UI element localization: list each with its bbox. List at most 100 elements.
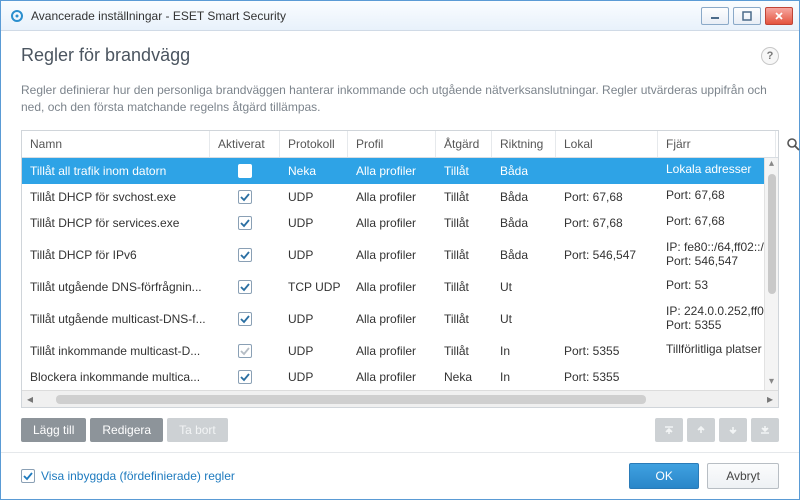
cell-local (556, 300, 658, 338)
cell-enabled[interactable] (210, 184, 280, 210)
cell-enabled[interactable] (210, 338, 280, 364)
window-controls (701, 7, 799, 25)
cell-profile: Alla profiler (348, 184, 436, 210)
cell-profile: Alla profiler (348, 364, 436, 390)
cell-remote: Port: 53 (658, 274, 776, 300)
move-up-button[interactable] (687, 418, 715, 442)
cell-name: Tillåt utgående DNS-förfrågnin... (22, 274, 210, 300)
col-local[interactable]: Lokal (556, 131, 658, 157)
table-row[interactable]: Tillåt DHCP för svchost.exe UDPAlla profi… (22, 184, 778, 210)
cell-profile: Alla profiler (348, 274, 436, 300)
cell-protocol: UDP (280, 364, 348, 390)
search-button[interactable] (776, 131, 800, 157)
cell-direction: In (492, 364, 556, 390)
cell-enabled[interactable] (210, 236, 280, 274)
ok-button[interactable]: OK (629, 463, 699, 489)
footer: Visa inbyggda (fördefinierade) regler OK… (1, 452, 799, 499)
checkbox-locked-icon (238, 344, 252, 358)
cell-enabled[interactable] (210, 274, 280, 300)
help-button[interactable]: ? (761, 47, 779, 65)
show-builtin-toggle[interactable]: Visa inbyggda (fördefinierade) regler (21, 469, 235, 483)
add-button[interactable]: Lägg till (21, 418, 86, 442)
action-bar: Lägg till Redigera Ta bort (1, 408, 799, 452)
cell-local: Port: 546,547 (556, 236, 658, 274)
checkbox-icon (238, 370, 252, 384)
cell-remote (658, 364, 776, 390)
col-profile[interactable]: Profil (348, 131, 436, 157)
cell-enabled[interactable] (210, 364, 280, 390)
cell-action: Neka (436, 364, 492, 390)
col-name[interactable]: Namn (22, 131, 210, 157)
col-protocol[interactable]: Protokoll (280, 131, 348, 157)
horizontal-scrollbar[interactable]: ◂ ▸ (22, 390, 778, 407)
cell-local (556, 158, 658, 184)
cell-direction: Båda (492, 184, 556, 210)
scroll-thumb[interactable] (768, 174, 776, 294)
close-button[interactable] (765, 7, 793, 25)
move-down-button[interactable] (719, 418, 747, 442)
col-remote[interactable]: Fjärr (658, 131, 776, 157)
window-title: Avancerade inställningar - ESET Smart Se… (31, 9, 701, 23)
vertical-scrollbar[interactable]: ▴ ▾ (764, 158, 778, 390)
table-row[interactable]: Tillåt utgående DNS-förfrågnin...TCP UDP… (22, 274, 778, 300)
cell-protocol: UDP (280, 236, 348, 274)
maximize-button[interactable] (733, 7, 761, 25)
rules-table: Namn Aktiverat Protokoll Profil Åtgärd R… (21, 130, 779, 408)
checkbox-icon (238, 280, 252, 294)
table-row[interactable]: Blockera inkommande multica... UDPAlla pr… (22, 364, 778, 390)
checkbox-icon (21, 469, 35, 483)
table-row[interactable]: Tillåt DHCP för IPv6UDPAlla profilerTill… (22, 236, 778, 274)
col-action[interactable]: Åtgärd (436, 131, 492, 157)
table-row[interactable]: Tillåt utgående multicast-DNS-f...UDPAll… (22, 300, 778, 338)
cell-enabled[interactable] (210, 300, 280, 338)
cell-enabled[interactable] (210, 158, 280, 184)
cell-remote: IP: fe80::/64,ff02::/64Port: 546,547 (658, 236, 776, 274)
cell-profile: Alla profiler (348, 300, 436, 338)
cell-name: Tillåt DHCP för services.exe (22, 210, 210, 236)
cell-name: Tillåt DHCP för svchost.exe (22, 184, 210, 210)
cell-name: Tillåt all trafik inom datorn (22, 158, 210, 184)
cell-action: Tillåt (436, 210, 492, 236)
delete-button[interactable]: Ta bort (167, 418, 228, 442)
cell-remote: Port: 67,68 (658, 184, 776, 210)
cell-local: Port: 5355 (556, 364, 658, 390)
col-enabled[interactable]: Aktiverat (210, 131, 280, 157)
cell-action: Tillåt (436, 236, 492, 274)
cell-profile: Alla profiler (348, 158, 436, 184)
cell-remote: IP: 224.0.0.252,ff02:...Port: 5355 (658, 300, 776, 338)
app-window: Avancerade inställningar - ESET Smart Se… (0, 0, 800, 500)
scroll-down-icon: ▾ (769, 376, 774, 390)
cell-remote: Tillförlitliga platser (658, 338, 776, 364)
cancel-button[interactable]: Avbryt (707, 463, 779, 489)
move-top-button[interactable] (655, 418, 683, 442)
cell-action: Tillåt (436, 158, 492, 184)
cell-direction: Ut (492, 300, 556, 338)
cell-name: Tillåt utgående multicast-DNS-f... (22, 300, 210, 338)
page-header: Regler för brandvägg ? (1, 31, 799, 74)
app-icon (9, 8, 25, 24)
cell-protocol: Neka (280, 158, 348, 184)
cell-local: Port: 67,68 (556, 184, 658, 210)
cell-direction: In (492, 338, 556, 364)
col-direction[interactable]: Riktning (492, 131, 556, 157)
cell-direction: Båda (492, 158, 556, 184)
minimize-button[interactable] (701, 7, 729, 25)
hscroll-thumb[interactable] (56, 395, 646, 404)
table-body: ▴ ▾ Tillåt all trafik inom datornNekaAll… (22, 158, 778, 390)
edit-button[interactable]: Redigera (90, 418, 163, 442)
search-icon (786, 137, 800, 151)
cell-profile: Alla profiler (348, 236, 436, 274)
cell-enabled[interactable] (210, 210, 280, 236)
cell-name: Blockera inkommande multica... (22, 364, 210, 390)
table-row[interactable]: Tillåt all trafik inom datorn NekaAlla pr… (22, 158, 778, 184)
table-row[interactable]: Tillåt inkommande multicast-D...UDPAlla … (22, 338, 778, 364)
table-row[interactable]: Tillåt DHCP för services.exeUDPAlla prof… (22, 210, 778, 236)
checkbox-icon (238, 164, 252, 178)
scroll-up-icon: ▴ (769, 158, 774, 172)
cell-local: Port: 67,68 (556, 210, 658, 236)
cell-local: Port: 5355 (556, 338, 658, 364)
cell-action: Tillåt (436, 300, 492, 338)
cell-protocol: UDP (280, 338, 348, 364)
cell-protocol: UDP (280, 184, 348, 210)
move-bottom-button[interactable] (751, 418, 779, 442)
